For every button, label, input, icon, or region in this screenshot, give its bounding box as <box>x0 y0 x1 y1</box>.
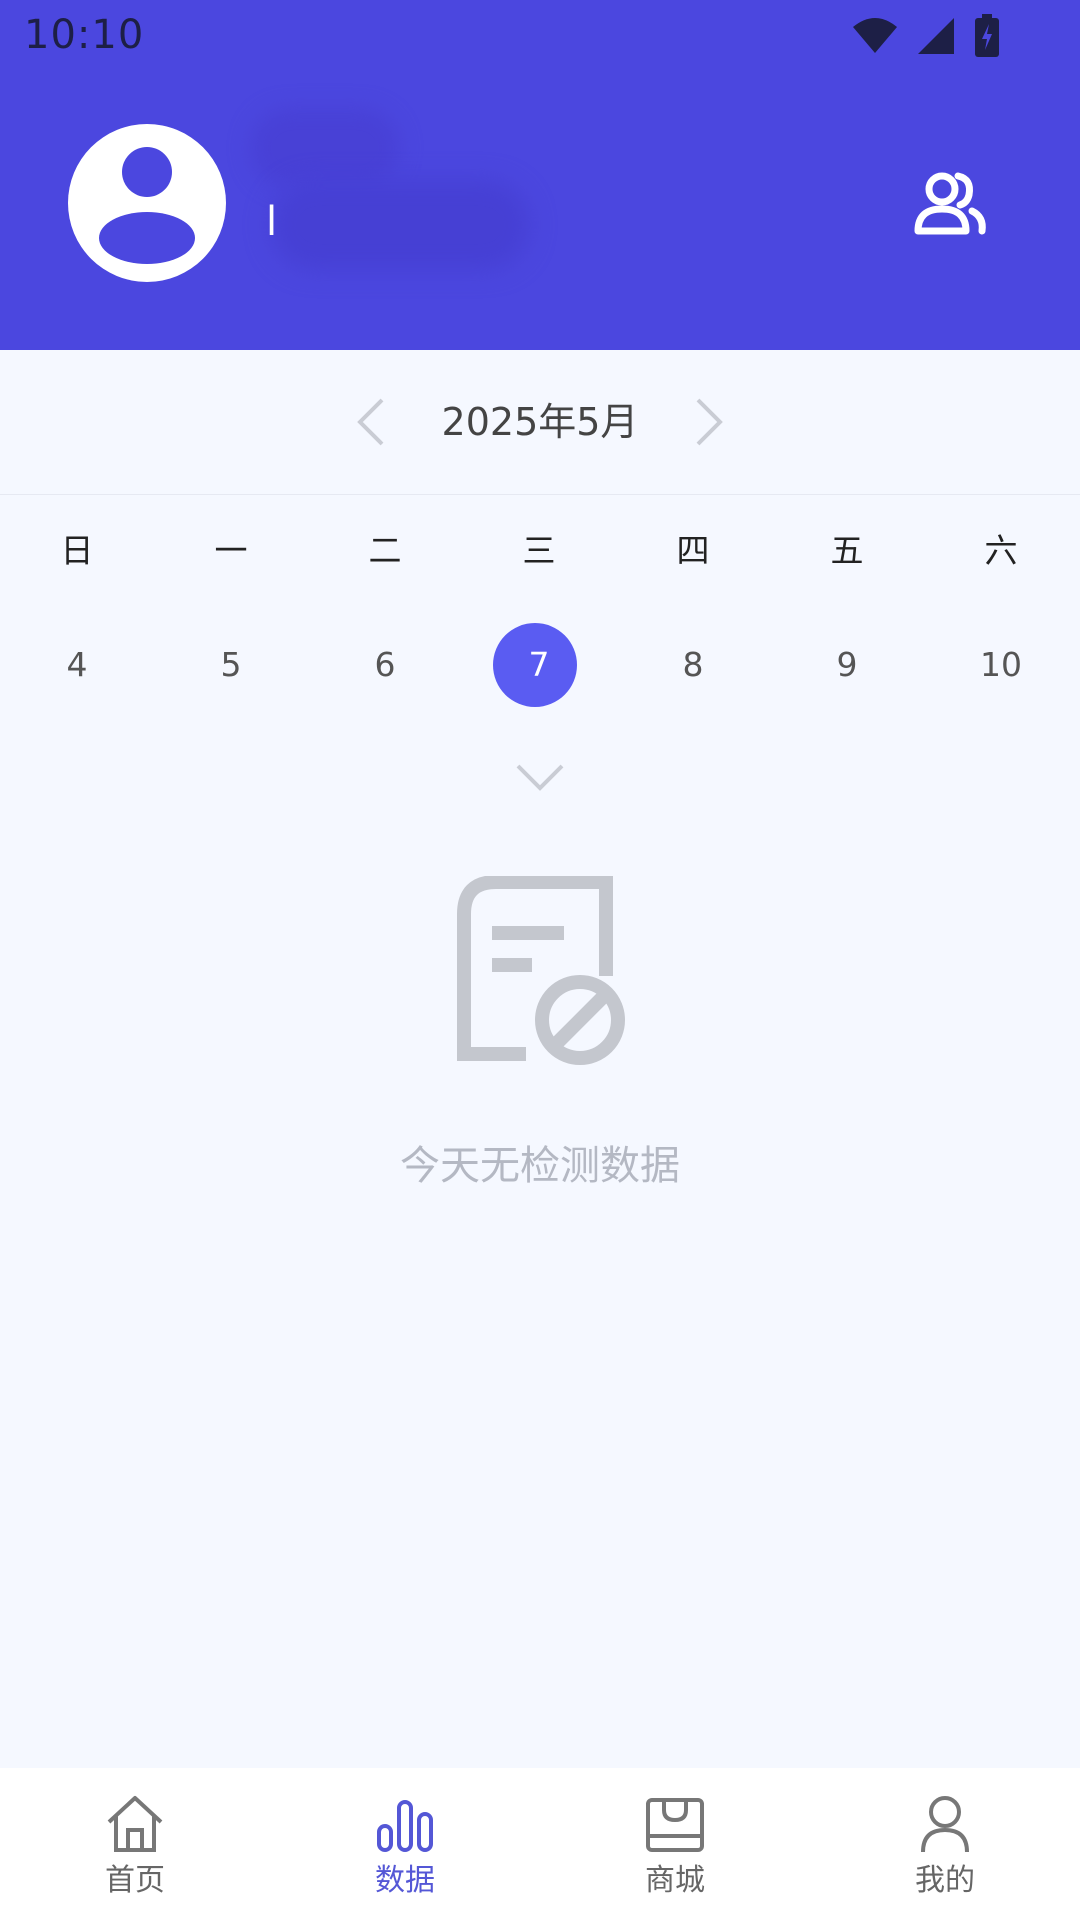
chevron-left-icon[interactable] <box>352 396 392 448</box>
nav-label-data: 数据 <box>375 1863 435 1898</box>
status-bar: 10:10 <box>0 0 1080 72</box>
person-icon <box>921 1796 969 1853</box>
weekday-mon: 一 <box>214 531 248 570</box>
user-name-fragment: l <box>266 199 278 245</box>
empty-message: 今天无检测数据 <box>400 1143 680 1189</box>
date-cell[interactable]: 5 <box>154 620 308 710</box>
chevron-down-icon[interactable] <box>514 760 566 796</box>
chevron-right-icon[interactable] <box>688 396 728 448</box>
weekday-fri: 五 <box>830 531 864 570</box>
profile-header: 10:10 l <box>0 0 1080 350</box>
month-label[interactable]: 2025年5月 <box>400 396 680 448</box>
weekday-header: 日 一 二 三 四 五 六 <box>0 522 1080 580</box>
home-icon <box>107 1796 163 1852</box>
data-screen: 10:10 l 2025年5月 日 一 二 三 四 五 六 4 5 6 7 8 … <box>0 0 1080 1920</box>
status-icons <box>852 14 1000 58</box>
cell-signal-icon <box>918 18 954 54</box>
date-cell[interactable]: 4 <box>0 620 154 710</box>
nav-item-data[interactable]: 数据 <box>270 1768 540 1920</box>
bottom-nav: 首页 数据 商城 我的 <box>0 1768 1080 1920</box>
nav-item-me[interactable]: 我的 <box>810 1768 1080 1920</box>
weekday-wed: 三 <box>522 531 556 570</box>
month-selector: 2025年5月 <box>0 350 1080 495</box>
nav-item-shop[interactable]: 商城 <box>540 1768 810 1920</box>
date-cell[interactable]: 6 <box>308 620 462 710</box>
user-avatar-icon <box>99 147 195 264</box>
friends-icon[interactable] <box>910 165 990 245</box>
weekday-sun: 日 <box>60 531 94 570</box>
nav-label-home: 首页 <box>105 1863 165 1898</box>
nav-label-shop: 商城 <box>645 1863 705 1898</box>
date-cell[interactable]: 9 <box>770 620 924 710</box>
date-cell[interactable]: 10 <box>924 620 1078 710</box>
status-time: 10:10 <box>24 12 145 58</box>
shop-bag-icon <box>646 1798 704 1852</box>
user-id-blur <box>270 180 530 270</box>
battery-icon <box>975 14 999 57</box>
weekday-tue: 二 <box>368 531 402 570</box>
selected-date-label: 7 <box>528 645 550 684</box>
user-name-blur <box>250 108 400 188</box>
nav-label-me: 我的 <box>915 1863 975 1898</box>
weekday-sat: 六 <box>984 531 1018 570</box>
nav-item-home[interactable]: 首页 <box>0 1768 270 1920</box>
bar-chart-icon <box>377 1800 433 1852</box>
avatar[interactable] <box>68 124 226 282</box>
no-document-icon <box>457 876 625 1065</box>
date-cell[interactable]: 8 <box>616 620 770 710</box>
week-dates: 4 5 6 7 8 9 10 <box>0 620 1080 710</box>
wifi-icon <box>853 18 897 53</box>
date-cell-selected[interactable]: 7 <box>462 620 616 710</box>
weekday-thu: 四 <box>676 531 710 570</box>
